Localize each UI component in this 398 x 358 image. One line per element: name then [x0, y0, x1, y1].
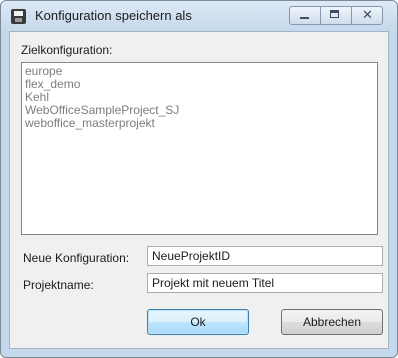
maximize-icon: [330, 10, 339, 18]
cancel-button[interactable]: Abbrechen: [281, 309, 383, 335]
close-icon: ✕: [362, 7, 373, 22]
target-config-label: Zielkonfiguration:: [21, 43, 113, 57]
window-controls: ✕: [289, 6, 383, 25]
title-bar[interactable]: Konfiguration speichern als ✕: [1, 1, 397, 31]
minimize-icon: [300, 17, 309, 19]
save-config-dialog: Konfiguration speichern als ✕ Zielkonfig…: [0, 0, 398, 358]
list-item[interactable]: flex_demo: [25, 78, 374, 91]
target-config-list[interactable]: europe flex_demo Kehl WebOfficeSamplePro…: [21, 62, 378, 235]
maximize-button[interactable]: [321, 7, 352, 24]
save-icon: [11, 9, 26, 24]
ok-button[interactable]: Ok: [147, 309, 249, 335]
list-item[interactable]: weboffice_masterprojekt: [25, 117, 374, 130]
project-name-label: Projektname:: [23, 278, 94, 292]
close-button[interactable]: ✕: [352, 7, 382, 24]
new-config-field[interactable]: NeueProjektID: [147, 246, 383, 266]
window-title: Konfiguration speichern als: [35, 8, 192, 23]
minimize-button[interactable]: [290, 7, 321, 24]
project-name-field[interactable]: Projekt mit neuem Titel: [147, 273, 383, 293]
new-config-label: Neue Konfiguration:: [23, 251, 130, 265]
dialog-body: Zielkonfiguration: europe flex_demo Kehl…: [9, 31, 389, 349]
